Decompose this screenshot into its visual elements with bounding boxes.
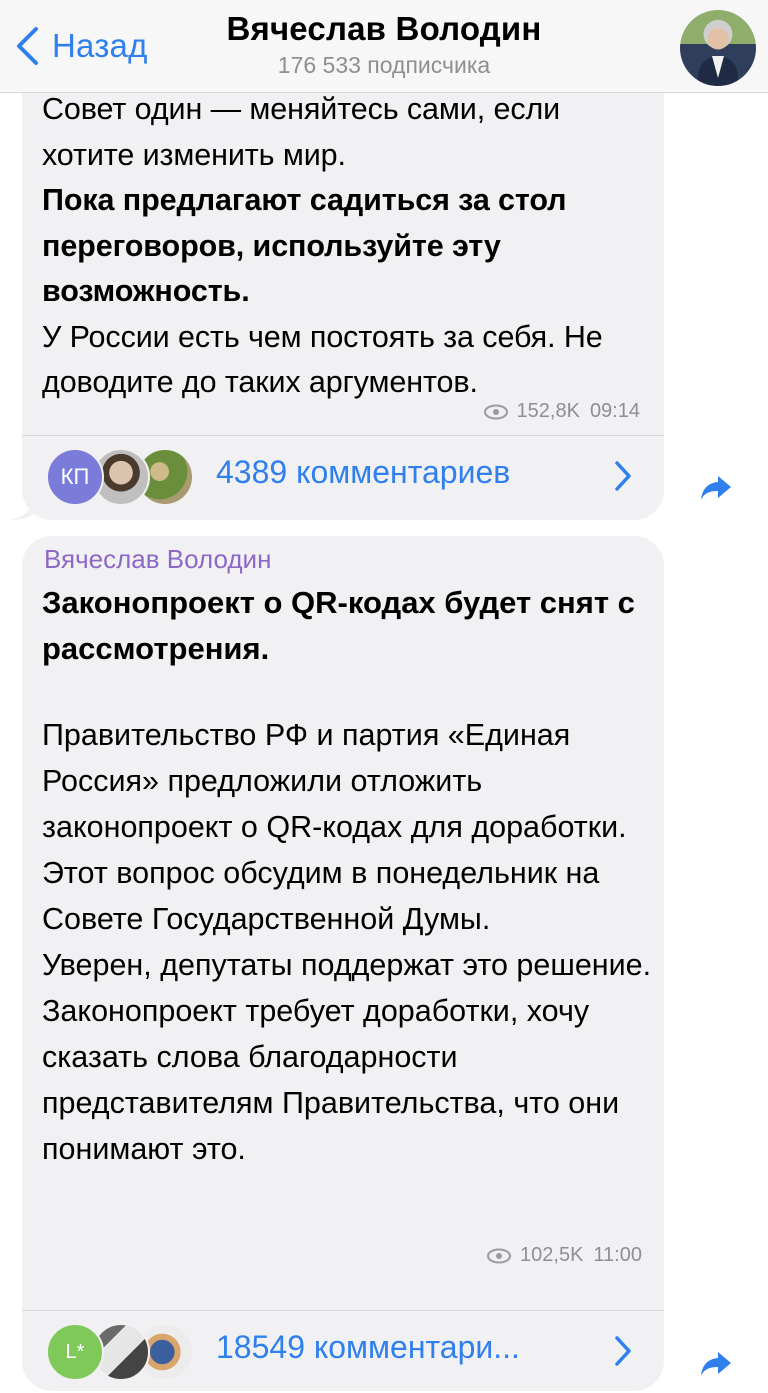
sender-name: Вячеслав Володин xyxy=(44,544,272,574)
chevron-right-icon xyxy=(615,461,631,491)
views-count: 102,5K xyxy=(520,1244,584,1266)
back-button[interactable]: Назад xyxy=(14,24,148,68)
message-paragraph: Этот вопрос обсудим в понедельник на Сов… xyxy=(42,856,600,936)
subscriber-count: 176 533 подписчика xyxy=(277,52,491,78)
comments-button[interactable]: КП 4389 комментариев xyxy=(22,436,664,516)
message-bubble[interactable]: Совет один — меняйтесь сами, если хотите… xyxy=(22,60,664,520)
views-icon xyxy=(487,1248,512,1263)
commenter-avatar: L* xyxy=(46,1323,104,1381)
chevron-left-icon xyxy=(17,27,38,65)
message-meta: 102,5K 11:00 xyxy=(486,1244,642,1267)
comments-count: 18549 комментари... xyxy=(216,1329,520,1365)
channel-avatar[interactable] xyxy=(680,10,756,86)
channel-feed[interactable]: Совет один — меняйтесь сами, если хотите… xyxy=(0,0,768,1393)
channel-title: Вячеслав Володин xyxy=(226,10,542,47)
channel-title-block[interactable]: Вячеслав Володин 176 533 подписчика xyxy=(180,10,588,79)
message-bubble[interactable]: Вячеслав Володин Законопроект о QR-кодах… xyxy=(22,536,664,1391)
message-line: Совет один — меняйтесь сами, если хотите… xyxy=(42,92,561,172)
share-icon[interactable] xyxy=(699,473,733,503)
channel-header: Назад Вячеслав Володин 176 533 подписчик… xyxy=(0,0,768,93)
message-headline: Законопроект о QR-кодах будет снят с рас… xyxy=(42,585,635,666)
comments-button[interactable]: L* 18549 комментари... xyxy=(22,1311,664,1391)
commenter-avatar: КП xyxy=(46,448,104,506)
chevron-right-icon xyxy=(615,1336,631,1366)
message-meta: 152,8K 09:14 xyxy=(483,400,640,423)
message-bold-line: Пока предлагают садиться за стол перегов… xyxy=(42,183,567,308)
message-paragraph: Уверен, депутаты поддержат это решение. xyxy=(42,948,652,982)
message-paragraph: Законопроект требует доработки, хочу ска… xyxy=(42,994,620,1166)
views-count: 152,8K xyxy=(516,400,580,422)
back-label: Назад xyxy=(52,27,148,64)
message-body: Правительство РФ и партия «Единая Россия… xyxy=(42,712,652,1172)
message-time: 11:00 xyxy=(593,1244,642,1266)
comments-count: 4389 комментариев xyxy=(216,454,511,490)
share-icon[interactable] xyxy=(699,1349,733,1379)
message-line: У России есть чем постоять за себя. Не д… xyxy=(42,319,603,400)
message-text: Совет один — меняйтесь сами, если хотите… xyxy=(22,87,672,406)
views-icon xyxy=(483,404,508,419)
message-paragraph: Правительство РФ и партия «Единая Россия… xyxy=(42,718,627,844)
message-time: 09:14 xyxy=(589,400,640,422)
